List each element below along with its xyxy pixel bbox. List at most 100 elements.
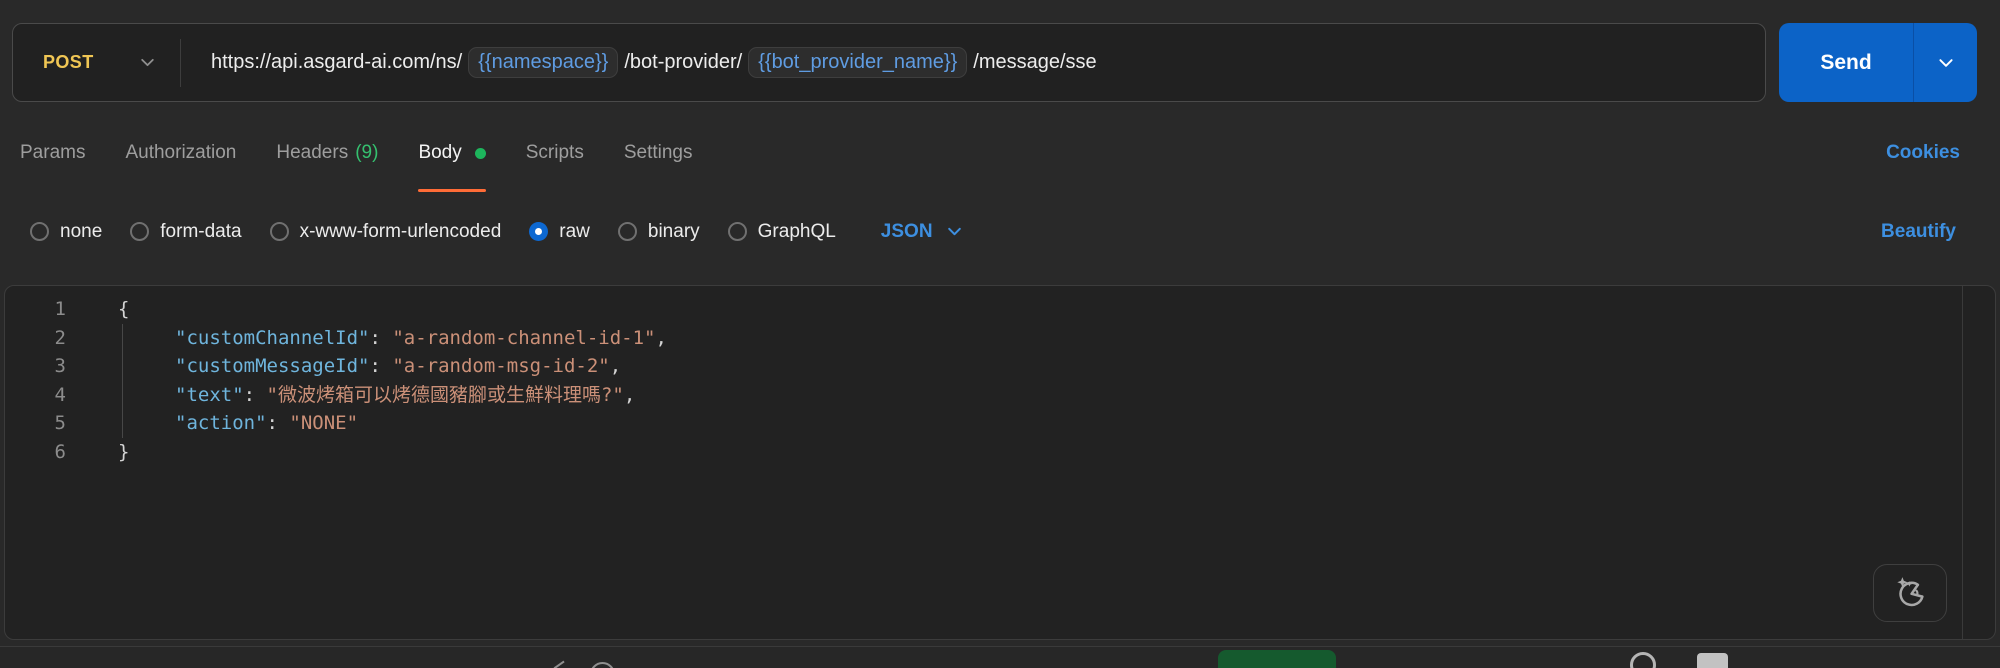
radio-icon xyxy=(130,222,149,241)
body-type-radios: none form-data x-www-form-urlencoded raw bin… xyxy=(30,221,963,243)
green-action-button[interactable] xyxy=(1218,650,1336,668)
line-number: 4 xyxy=(5,381,118,410)
beautify-link[interactable]: Beautify xyxy=(1881,221,1956,243)
token-punct: { xyxy=(118,298,129,320)
radio-x-www-form-urlencoded[interactable]: x-www-form-urlencoded xyxy=(270,221,502,243)
tab-label: Authorization xyxy=(125,142,236,164)
code-line: 3"customMessageId": "a-random-msg-id-2", xyxy=(5,352,1995,381)
body-options-row: none form-data x-www-form-urlencoded raw bin… xyxy=(0,192,2000,285)
chevron-down-icon xyxy=(946,223,963,240)
line-number: 5 xyxy=(5,409,118,438)
token-key: "customMessageId" xyxy=(175,355,369,377)
url-variable-chip: {{namespace}} xyxy=(468,47,618,78)
radio-icon xyxy=(270,222,289,241)
url-segment: https://api.asgard-ai.com/ns/ xyxy=(211,51,462,74)
token-punct: : xyxy=(244,384,267,406)
tab-label: Body xyxy=(418,142,461,164)
token-key: "text" xyxy=(175,384,244,406)
token-str: "NONE" xyxy=(289,412,358,434)
url-bar: POST https://api.asgard-ai.com/ns/ {{name… xyxy=(12,23,1766,102)
token-punct: : xyxy=(369,355,392,377)
postbot-sparkle-icon xyxy=(1891,574,1929,612)
tab-params[interactable]: Params xyxy=(20,114,85,192)
radio-graphql[interactable]: GraphQL xyxy=(728,221,836,243)
line-tokens: "action": "NONE" xyxy=(118,409,358,438)
line-tokens: } xyxy=(118,438,129,467)
code-line: 5"action": "NONE" xyxy=(5,409,1995,438)
radio-binary[interactable]: binary xyxy=(618,221,700,243)
code-editor[interactable]: 1{2"customChannelId": "a-random-channel-… xyxy=(4,285,1996,640)
cookies-link[interactable]: Cookies xyxy=(1886,142,1960,164)
token-str: "a-random-msg-id-2" xyxy=(392,355,609,377)
body-language-select[interactable]: JSON xyxy=(881,221,963,243)
tab-label: Params xyxy=(20,142,85,164)
code-line: 1{ xyxy=(5,295,1995,324)
request-tabs: Params Authorization Headers (9) Body Scripts… xyxy=(20,114,692,192)
scrollbar-gutter[interactable] xyxy=(1962,286,1963,639)
tab-scripts[interactable]: Scripts xyxy=(526,114,584,192)
unsaved-changes-dot xyxy=(475,148,486,159)
partial-circle-icon[interactable] xyxy=(590,662,615,668)
code-line: 2"customChannelId": "a-random-channel-id… xyxy=(5,324,1995,353)
partial-glyph-icon xyxy=(554,661,571,668)
radio-label: binary xyxy=(648,221,700,243)
radio-label: x-www-form-urlencoded xyxy=(300,221,502,243)
url-variable-chip: {{bot_provider_name}} xyxy=(748,47,967,78)
radio-label: form-data xyxy=(160,221,241,243)
line-number: 2 xyxy=(5,324,118,353)
method-selector[interactable]: POST xyxy=(13,52,180,73)
line-number: 6 xyxy=(5,438,118,467)
code-lines: 1{2"customChannelId": "a-random-channel-… xyxy=(5,295,1995,466)
token-punct: : xyxy=(369,327,392,349)
divider xyxy=(180,39,181,87)
radio-icon xyxy=(529,222,548,241)
line-number: 3 xyxy=(5,352,118,381)
request-bar: POST https://api.asgard-ai.com/ns/ {{name… xyxy=(12,23,1977,102)
chevron-down-icon xyxy=(139,54,156,71)
radio-none[interactable]: none xyxy=(30,221,102,243)
radio-raw[interactable]: raw xyxy=(529,221,590,243)
footer-bar xyxy=(0,646,2000,668)
partial-box-icon[interactable] xyxy=(1697,653,1728,668)
radio-label: GraphQL xyxy=(758,221,836,243)
postbot-button[interactable] xyxy=(1873,564,1947,622)
radio-icon xyxy=(30,222,49,241)
tab-settings[interactable]: Settings xyxy=(624,114,693,192)
token-punct: } xyxy=(118,441,129,463)
tab-headers[interactable]: Headers (9) xyxy=(276,114,378,192)
send-button[interactable]: Send xyxy=(1779,23,1914,102)
tab-label: Scripts xyxy=(526,142,584,164)
tab-label: Settings xyxy=(624,142,693,164)
radio-icon xyxy=(728,222,747,241)
code-line: 6} xyxy=(5,438,1995,467)
radio-label: none xyxy=(60,221,102,243)
radio-form-data[interactable]: form-data xyxy=(130,221,241,243)
request-tabs-row: Params Authorization Headers (9) Body Scripts… xyxy=(0,102,2000,192)
tab-label: Headers xyxy=(276,142,348,164)
tab-body[interactable]: Body xyxy=(418,114,485,192)
token-str: "微波烤箱可以烤德國豬腳或生鮮料理嗎?" xyxy=(267,384,624,406)
language-select-value: JSON xyxy=(881,221,933,243)
line-tokens: "customChannelId": "a-random-channel-id-… xyxy=(118,324,667,353)
line-tokens: "text": "微波烤箱可以烤德國豬腳或生鮮料理嗎?", xyxy=(118,381,635,410)
token-punct: : xyxy=(267,412,290,434)
chevron-down-icon xyxy=(1937,54,1955,72)
token-key: "action" xyxy=(175,412,267,434)
url-segment: /bot-provider/ xyxy=(624,51,742,74)
token-key: "customChannelId" xyxy=(175,327,369,349)
line-tokens: { xyxy=(118,295,129,324)
partial-glyph-icon[interactable] xyxy=(1630,652,1656,668)
url-segment: /message/sse xyxy=(973,51,1096,74)
send-options-button[interactable] xyxy=(1914,23,1977,102)
tab-authorization[interactable]: Authorization xyxy=(125,114,236,192)
url-input[interactable]: https://api.asgard-ai.com/ns/ {{namespace… xyxy=(211,47,1097,78)
headers-count-badge: (9) xyxy=(355,142,378,164)
token-punct: , xyxy=(624,384,635,406)
token-punct: , xyxy=(655,327,666,349)
send-split-button: Send xyxy=(1779,23,1977,102)
method-label: POST xyxy=(43,52,94,73)
radio-icon xyxy=(618,222,637,241)
token-str: "a-random-channel-id-1" xyxy=(392,327,655,349)
code-line: 4"text": "微波烤箱可以烤德國豬腳或生鮮料理嗎?", xyxy=(5,381,1995,410)
line-tokens: "customMessageId": "a-random-msg-id-2", xyxy=(118,352,621,381)
